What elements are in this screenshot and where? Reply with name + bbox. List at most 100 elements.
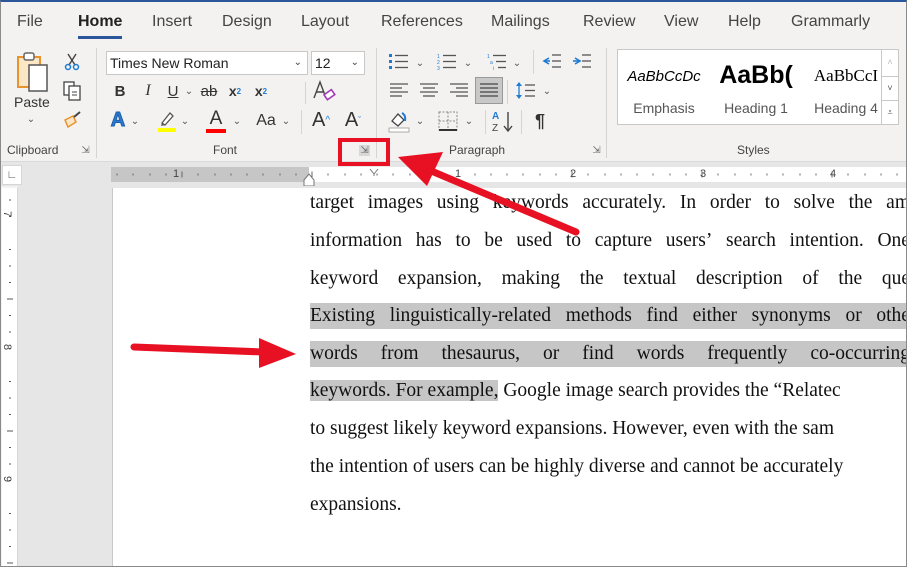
borders-button[interactable] xyxy=(435,108,461,134)
word: words xyxy=(310,343,358,364)
svg-text:Z: Z xyxy=(492,123,498,133)
shading-button[interactable] xyxy=(387,108,411,134)
multilevel-list-button[interactable]: 1ai xyxy=(485,50,509,72)
decrease-indent-button[interactable] xyxy=(539,50,565,72)
clear-formatting-button[interactable] xyxy=(311,78,337,104)
superscript-button[interactable]: x2 xyxy=(249,80,273,102)
bold-button[interactable]: B xyxy=(109,80,131,102)
format-painter-icon xyxy=(64,111,81,128)
multilevel-list-icon: 1ai xyxy=(487,54,506,70)
style-heading-4[interactable]: AaBbCcI Heading 4 xyxy=(800,50,892,126)
selected-text: words from thesaurus, or find words frequently… xyxy=(310,341,906,367)
font-size-combo[interactable]: 12 ⌄ xyxy=(311,51,365,75)
grow-font-button[interactable]: A ^ xyxy=(309,108,333,132)
word: que xyxy=(881,268,906,289)
word: or xyxy=(543,343,560,364)
sort-button[interactable]: A Z xyxy=(489,108,517,134)
bullets-dropdown[interactable]: ⌄ xyxy=(414,56,426,70)
subscript-button[interactable]: x2 xyxy=(223,80,247,102)
borders-dropdown[interactable]: ⌄ xyxy=(463,114,475,128)
line-spacing-button[interactable] xyxy=(513,79,539,101)
underline-button[interactable]: U xyxy=(163,80,183,102)
word: used xyxy=(516,230,553,251)
vertical-ruler[interactable]: 7 8 9 xyxy=(1,188,18,566)
styles-scroll-down[interactable]: ˅ xyxy=(881,76,898,100)
numbering-button[interactable]: 123 xyxy=(435,50,459,72)
text-effects-button[interactable]: A xyxy=(107,108,129,132)
copy-button[interactable] xyxy=(61,80,83,102)
clear-formatting-icon xyxy=(313,80,336,101)
style-emphasis[interactable]: AaBbCcDc Emphasis xyxy=(618,50,710,126)
paste-dropdown[interactable]: ⌄ xyxy=(25,114,37,125)
align-left-button[interactable] xyxy=(387,79,411,101)
paragraph-dialog-launcher-secondary[interactable]: ⇲ xyxy=(591,145,602,156)
show-formatting-marks-button[interactable]: ¶ xyxy=(529,108,551,134)
italic-button[interactable]: I xyxy=(137,80,159,102)
align-right-button[interactable] xyxy=(447,79,471,101)
format-painter-button[interactable] xyxy=(61,108,85,130)
style-heading-1[interactable]: AaBb( Heading 1 xyxy=(710,50,802,126)
document-line[interactable]: expansions. xyxy=(310,492,402,518)
document-line[interactable]: target images using keywords accurately. In or… xyxy=(310,190,906,216)
clipboard-dialog-launcher[interactable]: ⇲ xyxy=(80,145,91,156)
document-line[interactable]: to suggest likely keyword expansions. Ho… xyxy=(310,416,834,442)
word: keywords xyxy=(492,192,569,213)
tab-home[interactable]: Home xyxy=(78,13,123,39)
selected-text[interactable]: keywords. For example, xyxy=(310,380,499,401)
highlighter-icon xyxy=(158,112,176,132)
document-line[interactable]: Existing linguistically-related methods fin… xyxy=(310,303,906,329)
styles-scroll-up[interactable]: ˄ xyxy=(881,50,898,76)
paste-button[interactable] xyxy=(11,50,55,96)
font-name-dropdown-icon[interactable]: ⌄ xyxy=(294,52,302,74)
bullets-button[interactable] xyxy=(387,50,411,72)
increase-indent-button[interactable] xyxy=(569,50,595,72)
tab-design[interactable]: Design xyxy=(222,13,272,31)
shading-dropdown[interactable]: ⌄ xyxy=(414,114,426,128)
change-case-button[interactable]: Aa xyxy=(253,110,279,132)
justify-button[interactable] xyxy=(475,77,503,104)
font-color-dropdown[interactable]: ⌄ xyxy=(231,114,243,128)
first-line-indent-marker[interactable] xyxy=(369,168,379,176)
paint-bucket-icon xyxy=(388,112,410,133)
tab-view[interactable]: View xyxy=(664,13,698,31)
tab-references[interactable]: References xyxy=(381,13,463,31)
word: users’ xyxy=(665,230,713,251)
word: find xyxy=(646,305,678,326)
tab-help[interactable]: Help xyxy=(728,13,761,31)
align-center-button[interactable] xyxy=(417,79,441,101)
document-line[interactable]: keywords. For example, Google image sear… xyxy=(310,378,841,404)
line-spacing-dropdown[interactable]: ⌄ xyxy=(541,84,553,98)
font-name-combo[interactable]: Times New Roman ⌄ xyxy=(106,51,308,75)
word: information xyxy=(310,230,403,251)
document-line[interactable]: the intention of users can be highly div… xyxy=(310,454,843,480)
style-sample: AaBb( xyxy=(719,61,793,89)
text-effects-dropdown[interactable]: ⌄ xyxy=(129,114,141,128)
shrink-font-button[interactable]: Aˇ xyxy=(341,108,365,132)
word: synonyms xyxy=(751,305,831,326)
document-line[interactable]: information has to be used to capture users’ sea… xyxy=(310,228,906,254)
strikethrough-button[interactable]: ab xyxy=(197,80,221,102)
font-color-button[interactable]: A xyxy=(203,108,229,134)
highlight-dropdown[interactable]: ⌄ xyxy=(179,114,191,128)
document-line[interactable]: words from thesaurus, or find words frequently… xyxy=(310,341,906,367)
tab-review[interactable]: Review xyxy=(583,13,635,31)
underline-dropdown[interactable]: ⌄ xyxy=(183,84,195,98)
borders-icon xyxy=(438,111,458,131)
word: making xyxy=(501,268,561,289)
paragraph-group-label: Paragraph xyxy=(449,143,506,157)
highlight-color-button[interactable] xyxy=(155,108,179,134)
font-size-dropdown-icon[interactable]: ⌄ xyxy=(351,52,359,74)
tab-mailings[interactable]: Mailings xyxy=(491,13,550,31)
tab-insert[interactable]: Insert xyxy=(152,13,192,31)
numbering-dropdown[interactable]: ⌄ xyxy=(462,56,474,70)
tab-layout[interactable]: Layout xyxy=(301,13,349,31)
cut-button[interactable] xyxy=(61,52,83,72)
horizontal-ruler[interactable]: 1 1 2 3 4 xyxy=(111,167,906,194)
multilevel-dropdown[interactable]: ⌄ xyxy=(511,56,523,70)
tab-selector[interactable]: ∟ xyxy=(2,165,22,185)
styles-more-button[interactable]: ⩡ xyxy=(881,100,898,124)
change-case-dropdown[interactable]: ⌄ xyxy=(280,114,292,128)
document-line[interactable]: keyword expansion, making the textual descrip… xyxy=(310,266,906,292)
tab-grammarly[interactable]: Grammarly xyxy=(791,13,870,31)
tab-file[interactable]: File xyxy=(17,13,43,31)
